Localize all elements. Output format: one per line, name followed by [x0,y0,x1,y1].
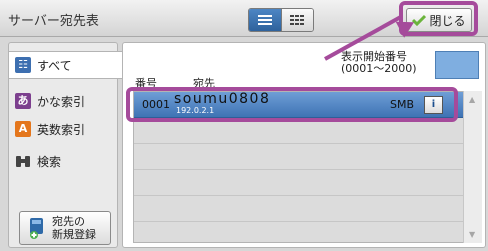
start-number-label: 表示開始番号 (0001～2000) [341,51,417,75]
empty-row [134,170,464,196]
scroll-down-icon[interactable]: ▼ [469,230,475,239]
new-destination-button[interactable]: 宛先の 新規登録 [19,211,111,245]
new-destination-label-line1: 宛先の [52,215,85,228]
new-destination-label-line2: 新規登録 [52,228,96,241]
empty-row [134,144,464,170]
add-destination-icon [30,218,43,239]
tab-alnum-index-label: 英数索引 [37,122,86,137]
binoculars-icon [16,156,30,167]
grid-view-button[interactable] [280,9,313,31]
tab-all[interactable]: ☷ すべて [8,51,130,79]
start-number-label-line2: (0001～2000) [341,62,417,75]
tab-search[interactable]: 検索 [9,147,117,175]
all-icon: ☷ [15,57,31,73]
new-destination-label: 宛先の 新規登録 [52,215,96,241]
selected-row-highlight-frame [126,87,458,122]
tab-all-label: すべて [37,58,72,73]
page-title: サーバー宛先表 [8,14,99,29]
list-scrollbar[interactable]: ▲ ▼ [463,91,482,243]
scroll-up-icon[interactable]: ▲ [469,95,475,104]
empty-row [134,196,464,222]
empty-row [134,222,464,247]
sidebar: ☷ すべて あ かな索引 A 英数索引 検索 宛先の 新規登録 [8,42,130,248]
list-view-button[interactable] [249,9,281,31]
view-toggle [248,8,314,32]
destination-list-panel: 表示開始番号 (0001～2000) 番号 宛先 0001 soumu0808 … [122,42,486,248]
tab-search-label: 検索 [37,154,62,169]
list-icon [257,15,272,25]
address-book-window: サーバー宛先表 閉じる ☷ すべて あ かな索引 A 英数索引 検索 宛先の 新… [0,0,488,251]
kana-index-icon: あ [15,93,31,109]
tab-kana-index[interactable]: あ かな索引 [9,87,117,115]
alnum-index-icon: A [15,121,31,137]
tab-kana-index-label: かな索引 [37,94,86,109]
grid-icon [290,15,305,25]
start-number-input[interactable] [435,51,479,79]
tab-alnum-index[interactable]: A 英数索引 [9,115,117,143]
